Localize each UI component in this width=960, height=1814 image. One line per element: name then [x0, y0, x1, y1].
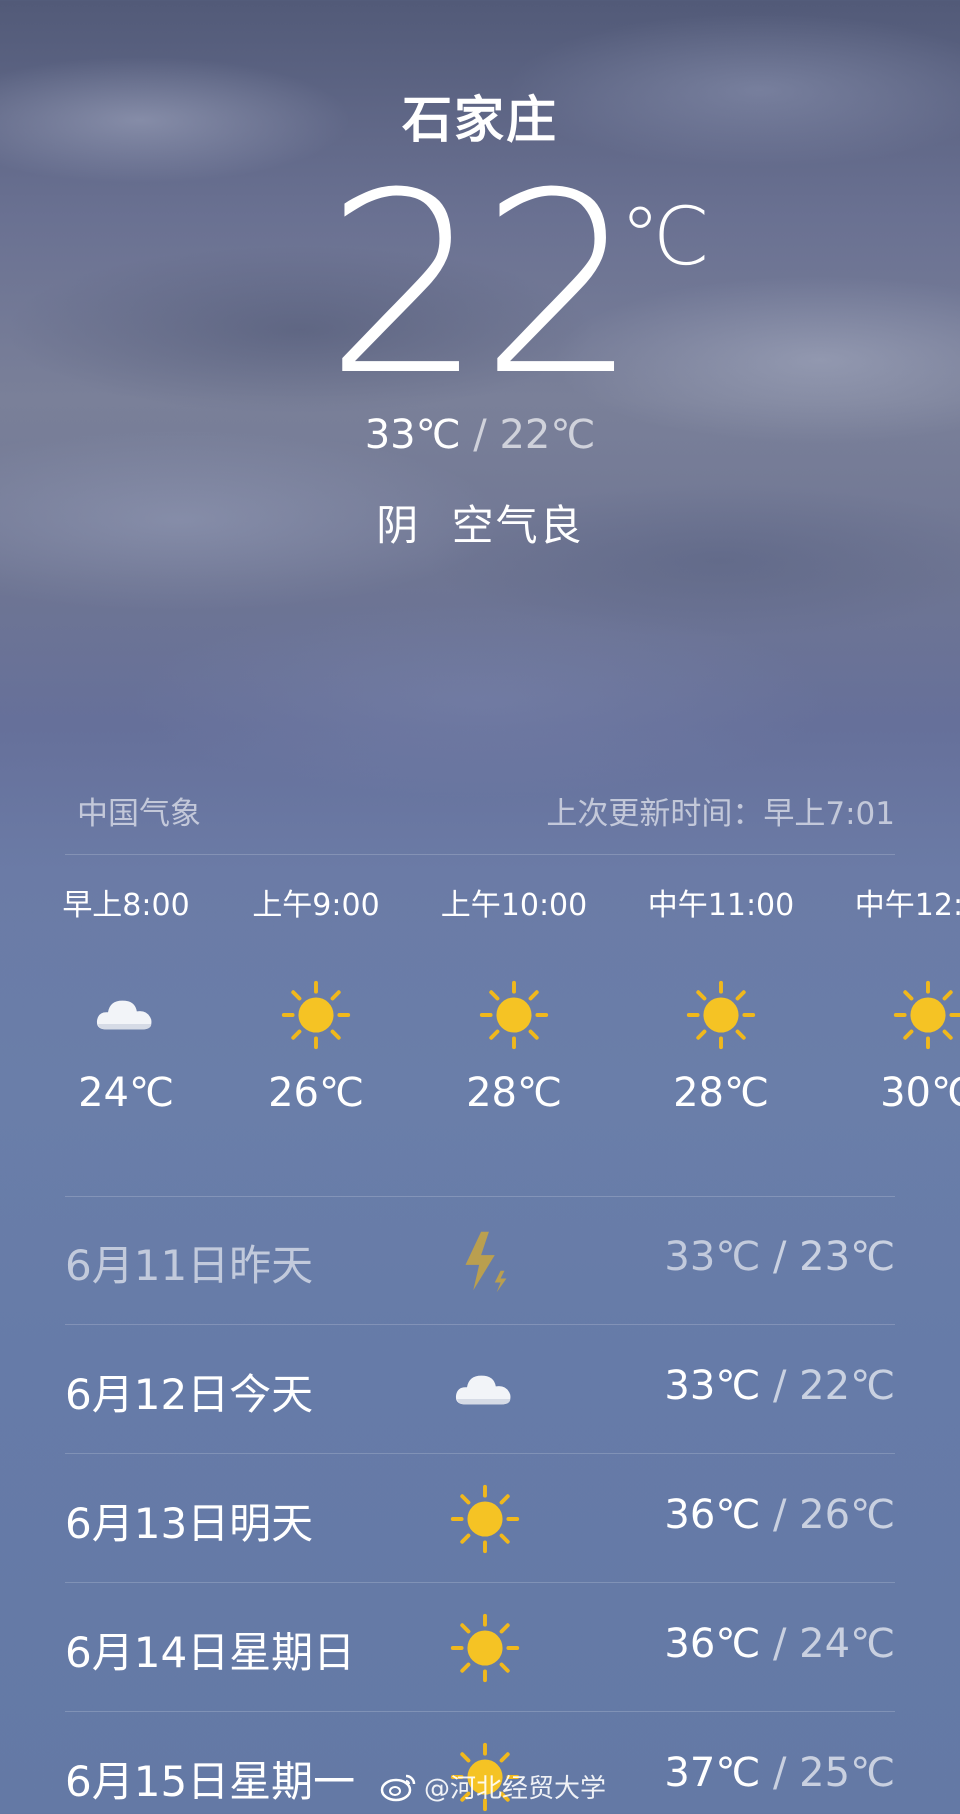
hourly-forecast[interactable]: 早上8:00 24℃ 上午9:00 26℃ 上午10:00 28℃ 中午11:0… — [0, 880, 960, 1170]
day-low: 24℃ — [799, 1621, 895, 1667]
hourly-icon — [414, 960, 614, 1070]
hourly-icon — [621, 960, 821, 1070]
day-temps: 36℃ / 24℃ — [664, 1621, 895, 1667]
range-separator: / — [473, 412, 487, 458]
day-label: 6月15日星期一 — [65, 1757, 356, 1806]
day-label: 6月11日昨天 — [65, 1241, 314, 1290]
hourly-time: 上午10:00 — [440, 888, 588, 923]
day-label: 6月12日今天 — [65, 1370, 314, 1419]
day-label: 6月14日星期日 — [65, 1628, 356, 1677]
day-temps: 33℃ / 22℃ — [664, 1363, 895, 1409]
day-temps: 33℃ / 23℃ — [664, 1234, 895, 1280]
sun-icon — [893, 980, 960, 1050]
sun-icon — [450, 1613, 520, 1683]
sun-icon — [479, 980, 549, 1050]
sun-icon — [450, 1484, 520, 1554]
watermark: @河北经贸大学 — [380, 1768, 606, 1805]
day-icon — [445, 1484, 525, 1554]
hourly-time: 中午12:00 — [854, 888, 960, 923]
sun-icon — [281, 980, 351, 1050]
condition-line[interactable]: 阴 空气良 — [0, 492, 960, 553]
day-temps: 36℃ / 26℃ — [664, 1492, 895, 1538]
hourly-time: 中午11:00 — [647, 888, 795, 923]
day-temps: 37℃ / 25℃ — [664, 1750, 895, 1796]
daily-row[interactable]: 6月12日今天 33℃ / 22℃ — [65, 1325, 895, 1454]
weather-condition: 阴 — [376, 501, 421, 550]
day-sep: / — [772, 1621, 787, 1667]
hourly-item: 早上8:00 24℃ — [26, 880, 226, 1116]
day-low: 22℃ — [799, 1363, 895, 1409]
update-time: 上次更新时间：早上7:01 — [546, 796, 895, 832]
daily-row[interactable]: 6月13日明天 36℃ / 26℃ — [65, 1454, 895, 1583]
watermark-text: @河北经贸大学 — [424, 1774, 607, 1804]
day-sep: / — [772, 1492, 787, 1538]
hourly-temp: 24℃ — [78, 1070, 174, 1116]
hourly-time: 早上8:00 — [62, 888, 190, 923]
today-range: 33℃ / 22℃ — [0, 412, 960, 458]
divider — [65, 854, 895, 855]
hourly-icon — [26, 960, 226, 1070]
source-row: 中国气象 上次更新时间：早上7:01 — [65, 788, 895, 838]
thunder-icon — [465, 1231, 507, 1293]
today-high: 33℃ — [364, 412, 461, 458]
day-high: 36℃ — [664, 1621, 761, 1667]
day-low: 26℃ — [799, 1492, 895, 1538]
cloud-icon — [455, 1375, 511, 1405]
hourly-temp: 26℃ — [268, 1070, 364, 1116]
hourly-item: 中午12:00 30℃ — [828, 880, 960, 1116]
day-icon — [445, 1613, 525, 1683]
day-low: 23℃ — [799, 1234, 895, 1280]
hourly-time: 上午9:00 — [252, 888, 380, 923]
hourly-temp: 28℃ — [466, 1070, 562, 1116]
current-temperature: 22 — [0, 139, 960, 430]
current-temp-value: 22 — [324, 139, 639, 430]
day-high: 37℃ — [664, 1750, 761, 1796]
day-high: 33℃ — [664, 1234, 761, 1280]
hourly-temp: 30℃ — [880, 1070, 960, 1116]
hourly-item: 上午10:00 28℃ — [414, 880, 614, 1116]
day-icon — [445, 1355, 525, 1425]
day-icon — [445, 1226, 525, 1296]
daily-row[interactable]: 6月14日星期日 36℃ / 24℃ — [65, 1583, 895, 1712]
day-sep: / — [772, 1234, 787, 1280]
hourly-temp: 28℃ — [673, 1070, 769, 1116]
cloud-icon — [96, 1000, 152, 1030]
air-quality[interactable]: 空气良 — [452, 501, 584, 550]
hourly-item: 上午9:00 26℃ — [216, 880, 416, 1116]
hourly-icon — [828, 960, 960, 1070]
data-source: 中国气象 — [77, 796, 201, 832]
day-high: 36℃ — [664, 1492, 761, 1538]
hourly-icon — [216, 960, 416, 1070]
day-sep: / — [772, 1750, 787, 1796]
day-label: 6月13日明天 — [65, 1499, 314, 1548]
today-low: 22℃ — [499, 412, 596, 458]
day-sep: / — [772, 1363, 787, 1409]
hourly-item: 中午11:00 28℃ — [621, 880, 821, 1116]
day-low: 25℃ — [799, 1750, 895, 1796]
temp-unit: ℃ — [620, 190, 710, 283]
sun-icon — [686, 980, 756, 1050]
weibo-icon — [380, 1774, 416, 1801]
day-high: 33℃ — [664, 1363, 761, 1409]
daily-row[interactable]: 6月11日昨天 33℃ / 23℃ — [65, 1196, 895, 1325]
